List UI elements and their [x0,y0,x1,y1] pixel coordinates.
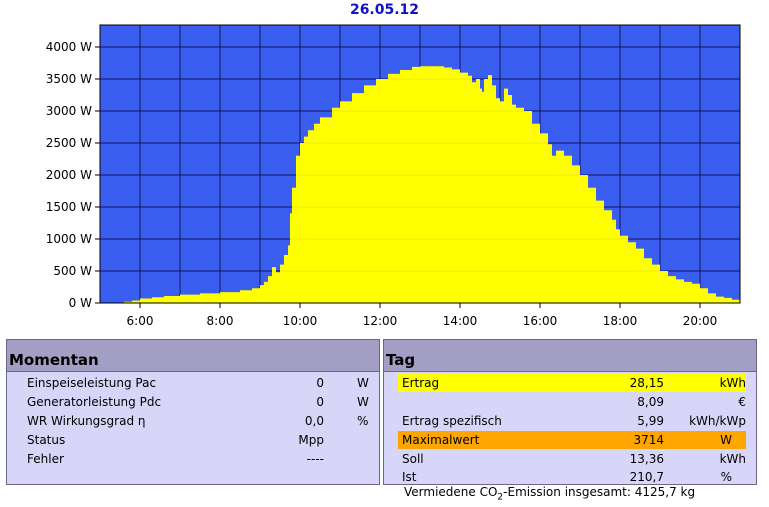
row-label: Ertrag [402,376,440,390]
row-value: 13,36 [629,452,664,466]
tag-row: 8,09 € [398,393,746,411]
row-label: Generatorleistung Pdc [27,395,162,409]
y-tick-label: 1500 W [46,200,92,214]
tag-row: Ist 210,7 % [398,468,746,486]
row-value: Mpp [298,433,324,447]
x-tick-label: 16:00 [523,314,558,328]
row-value: 0,0 [304,414,324,428]
y-tick-label: 1000 W [46,232,92,246]
momentan-row: Fehler ---- [7,450,379,468]
momentan-header: Momentan [7,340,379,372]
momentan-row: Status Mpp [7,431,379,449]
x-tick-label: 18:00 [603,314,638,328]
tag-row-maximalwert: Maximalwert 3714 W [398,431,746,449]
y-tick-label: 0 W [69,296,92,310]
row-unit: € [738,395,746,409]
row-label: WR Wirkungsgrad η [27,414,146,428]
y-axis-ticks: 4000 W 3500 W 3000 W 2500 W 2000 W 1500 W 1000… [46,40,100,310]
tag-row-ertrag: Ertrag 28,15 kWh [398,374,746,392]
momentan-row: Generatorleistung Pdc 0 W [7,393,379,411]
row-value: 8,09 [637,395,664,409]
row-label: Ist [402,470,417,484]
row-value: 28,15 [629,376,664,390]
row-unit: W [357,395,369,409]
row-value: 3714 [633,433,664,447]
daily-power-chart: 4000 W 3500 W 3000 W 2500 W 2000 W 1500 W 1000… [46,24,741,328]
row-label: Maximalwert [402,433,480,447]
row-value: 210,7 [629,470,664,484]
row-label: Einspeiseleistung Pac [27,376,157,390]
momentan-row: WR Wirkungsgrad η 0,0 % [7,412,379,430]
y-tick-label: 4000 W [46,40,92,54]
co2-suffix: -Emission insgesamt: 4125,7 kg [503,485,696,499]
tag-header: Tag [384,340,756,372]
row-value: 5,99 [637,414,664,428]
x-tick-label: 10:00 [283,314,318,328]
co2-prefix: Vermiedene CO [404,485,498,499]
momentan-panel: Momentan Einspeiseleistung Pac 0 W Gener… [6,339,380,485]
y-tick-label: 2500 W [46,136,92,150]
y-tick-label: 2000 W [46,168,92,182]
tag-row: Soll 13,36 kWh [398,450,746,468]
row-label: Ertrag spezifisch [402,414,502,428]
y-tick-label: 3000 W [46,104,92,118]
co2-emission-text: Vermiedene CO2-Emission insgesamt: 4125,… [404,485,695,502]
row-unit: kWh [719,452,746,466]
row-unit: kWh [719,376,746,390]
row-value: 0 [316,395,324,409]
row-label: Status [27,433,66,447]
row-unit: % [720,470,732,484]
row-label: Fehler [27,452,64,466]
x-tick-label: 20:00 [683,314,718,328]
row-unit: % [357,414,369,428]
row-unit: W [357,376,369,390]
y-tick-label: 500 W [53,264,92,278]
momentan-row: Einspeiseleistung Pac 0 W [7,374,379,392]
x-tick-label: 14:00 [443,314,478,328]
row-value: ---- [306,452,324,466]
x-tick-label: 8:00 [207,314,234,328]
x-tick-label: 6:00 [127,314,154,328]
row-unit: kWh/kWp [689,414,746,428]
row-value: 0 [316,376,324,390]
tag-panel: Tag Ertrag 28,15 kWh 8,09 € Ertrag spezi… [383,339,757,485]
tag-row: Ertrag spezifisch 5,99 kWh/kWp [398,412,746,430]
x-tick-label: 12:00 [363,314,398,328]
row-label: Soll [402,452,424,466]
row-unit: W [720,433,732,447]
y-tick-label: 3500 W [46,72,92,86]
